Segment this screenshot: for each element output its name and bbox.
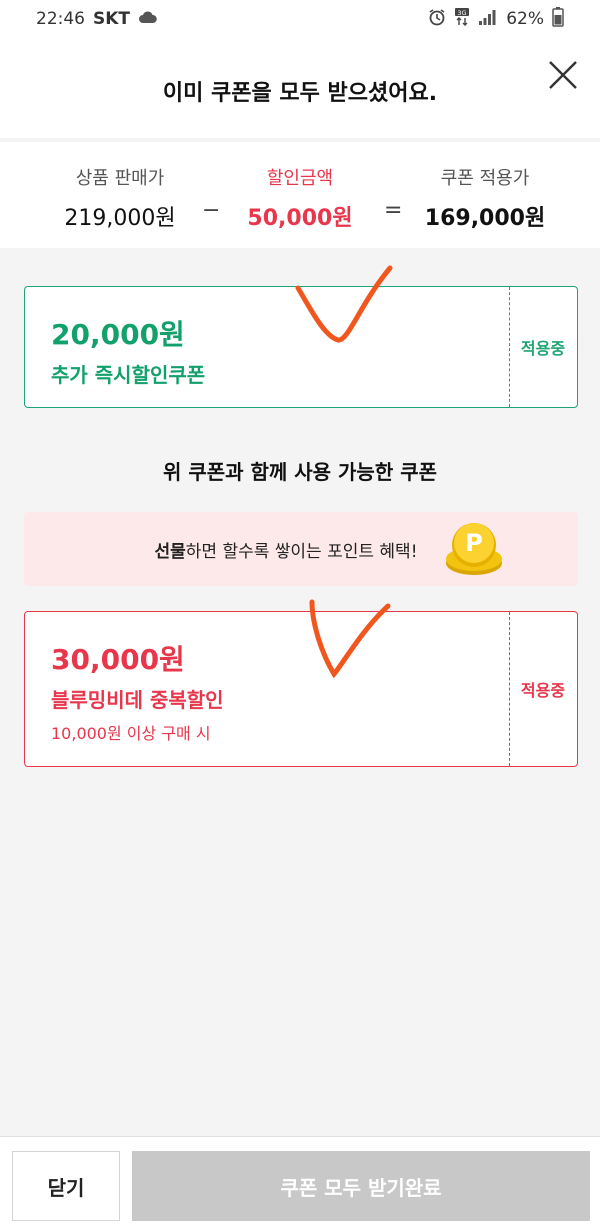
final-price-label: 쿠폰 적용가: [440, 168, 530, 189]
minus-operator: −: [202, 198, 221, 223]
coupon-card-secondary[interactable]: 30,000원 블루밍비데 중복할인 10,000원 이상 구매 시 적용중: [24, 611, 578, 767]
final-price-column: 쿠폰 적용가 169,000원: [400, 164, 570, 232]
coupon-condition: 10,000원 이상 구매 시: [51, 724, 211, 743]
modal-header: 이미 쿠폰을 모두 받으셨어요.: [0, 38, 600, 138]
sale-price-column: 상품 판매가 219,000원: [50, 164, 190, 232]
section-title: 위 쿠폰과 함께 사용 가능한 쿠폰: [162, 460, 437, 484]
status-carrier: SKT: [93, 9, 131, 29]
coupon-amount: 30,000원: [51, 643, 185, 676]
sale-price-value: 219,000원: [64, 206, 176, 231]
network-3g-icon: 3G: [454, 7, 470, 31]
status-right: 3G 62%: [428, 6, 564, 32]
coupon-state-badge: 적용중: [520, 681, 566, 700]
banner-text-bold: 선물: [154, 541, 186, 562]
close-button[interactable]: [546, 58, 580, 92]
signal-icon: [478, 8, 498, 31]
svg-text:3G: 3G: [458, 9, 467, 17]
coupon-name: 블루밍비데 중복할인: [51, 688, 224, 712]
alarm-icon: [428, 8, 446, 31]
coupon-card-primary[interactable]: 20,000원 추가 즉시할인쿠폰 적용중: [24, 286, 578, 408]
discount-column: 할인금액 50,000원: [240, 164, 360, 232]
receive-all-coupons-button[interactable]: 쿠폰 모두 받기완료: [132, 1151, 590, 1221]
status-bar: 22:46 SKT 3G 62%: [0, 0, 600, 38]
status-time: 22:46: [36, 9, 85, 29]
coupon-amount: 20,000원: [51, 318, 185, 351]
point-coin-icon: P: [445, 523, 502, 575]
coupon-state-badge: 적용중: [520, 339, 566, 358]
discount-label: 할인금액: [266, 168, 334, 189]
svg-text:P: P: [465, 529, 483, 557]
cloud-icon: [138, 9, 158, 29]
discount-value: 50,000원: [247, 206, 353, 231]
price-summary: 상품 판매가 219,000원 − 할인금액 50,000원 = 쿠폰 적용가 …: [0, 142, 600, 248]
sale-price-label: 상품 판매가: [75, 168, 165, 189]
close-icon[interactable]: [546, 58, 580, 92]
final-price-value: 169,000원: [424, 206, 546, 231]
point-promo-banner[interactable]: 선물하면 할수록 쌓이는 포인트 혜택! P: [24, 512, 578, 586]
close-text-button[interactable]: 닫기: [12, 1151, 120, 1221]
coupon-name: 추가 즉시할인쿠폰: [51, 363, 206, 387]
page-title: 이미 쿠폰을 모두 받으셨어요.: [162, 81, 438, 106]
banner-text: 선물하면 할수록 쌓이는 포인트 혜택!: [154, 537, 417, 562]
bottom-action-bar: 닫기 쿠폰 모두 받기완료: [0, 1136, 600, 1230]
battery-percent: 62%: [506, 9, 544, 29]
banner-text-rest: 하면 할수록 쌓이는 포인트 혜택!: [185, 541, 418, 562]
status-left: 22:46 SKT: [36, 9, 158, 29]
battery-icon: [552, 6, 564, 32]
